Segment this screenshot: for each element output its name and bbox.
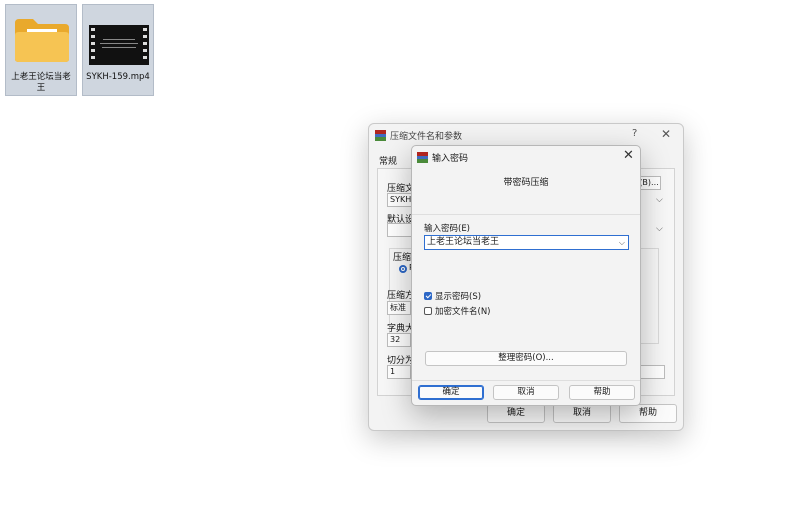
encrypt-filenames-checkbox[interactable]: 加密文件名(N) xyxy=(424,307,491,318)
video-file-label: SYKH-159.mp4 xyxy=(86,72,150,82)
split-unit-select[interactable] xyxy=(637,365,665,379)
desktop-video-file-item[interactable]: SYKH-159.mp4 xyxy=(82,4,154,96)
dialog-header-text: 带密码压缩 xyxy=(503,178,549,188)
password-label: 输入密码(E) xyxy=(424,224,471,234)
enter-password-dialog: 输入密码 ✕ 带密码压缩 输入密码(E) 上老王论坛当老王 ⌵ 显示密码(S) … xyxy=(411,145,641,406)
archive-params-title: 压缩文件名和参数 xyxy=(390,132,463,142)
winrar-icon xyxy=(375,130,386,141)
organize-passwords-button[interactable]: 整理密码(O)... xyxy=(425,351,627,366)
show-password-checkbox[interactable]: 显示密码(S) xyxy=(424,292,481,303)
ok-button[interactable]: 确定 xyxy=(418,385,484,400)
cancel-button[interactable]: 取消 xyxy=(493,385,559,400)
help-icon[interactable]: ? xyxy=(632,128,637,139)
chevron-down-icon[interactable]: ⌵ xyxy=(656,195,663,205)
close-icon[interactable]: ✕ xyxy=(623,148,634,163)
dict-size-select[interactable]: 32 xyxy=(387,333,411,347)
video-file-icon xyxy=(89,25,149,65)
folder-label: 上老王论坛当老王 xyxy=(11,72,71,93)
method-select[interactable]: 标准 xyxy=(387,301,411,315)
desktop-folder-icon-item[interactable]: 上老王论坛当老王 xyxy=(5,4,77,96)
archive-cancel-button[interactable]: 取消 xyxy=(553,404,611,423)
close-icon[interactable]: ✕ xyxy=(661,127,671,141)
method-label: 压缩方 xyxy=(387,291,415,301)
chevron-down-icon[interactable]: ⌵ xyxy=(656,224,663,234)
help-button[interactable]: 帮助 xyxy=(569,385,635,400)
archive-format-label: 压缩 xyxy=(393,253,412,263)
chevron-down-icon[interactable]: ⌵ xyxy=(619,236,625,249)
enter-password-title: 输入密码 xyxy=(432,154,469,164)
archive-ok-button[interactable]: 确定 xyxy=(487,404,545,423)
encrypt-filenames-label: 加密文件名(N) xyxy=(435,307,491,317)
checkbox-unchecked-icon[interactable] xyxy=(424,307,432,315)
folder-icon xyxy=(15,19,69,62)
tab-general[interactable]: 常规 xyxy=(379,154,397,167)
checkbox-checked-icon[interactable] xyxy=(424,292,432,300)
show-password-label: 显示密码(S) xyxy=(435,292,482,302)
winrar-icon xyxy=(417,152,428,163)
archive-help-button[interactable]: 帮助 xyxy=(619,404,677,423)
archive-params-titlebar: 压缩文件名和参数 ? ✕ xyxy=(369,124,683,146)
password-input[interactable]: 上老王论坛当老王 ⌵ xyxy=(424,235,629,250)
password-value: 上老王论坛当老王 xyxy=(427,237,500,247)
format-radio[interactable] xyxy=(399,265,407,273)
split-volumes-input[interactable]: 1 xyxy=(387,365,411,379)
enter-password-titlebar: 输入密码 ✕ xyxy=(412,146,640,168)
